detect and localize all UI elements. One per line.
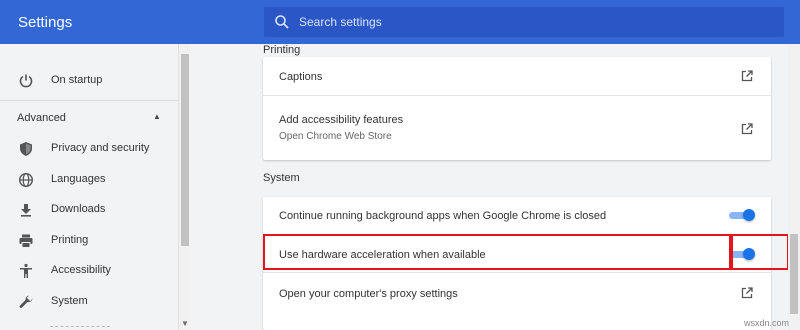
accessibility-icon: [20, 263, 32, 278]
proxy-settings-row[interactable]: Open your computer's proxy settings: [263, 272, 771, 312]
add-accessibility-row[interactable]: Add accessibility features Open Chrome W…: [263, 95, 771, 160]
app-header: Settings Search settings: [0, 0, 800, 44]
globe-icon: [18, 172, 34, 188]
sidebar-item-system[interactable]: System: [0, 288, 178, 316]
main-scrollbar[interactable]: [788, 44, 800, 330]
section-title-printing: Printing: [263, 44, 301, 56]
sidebar-scrollbar[interactable]: ▼: [178, 44, 190, 330]
wrench-icon: [19, 295, 33, 308]
settings-main: Printing Captions Add accessibility feat…: [190, 44, 788, 330]
add-accessibility-sub: Open Chrome Web Store: [279, 131, 392, 142]
sidebar-item-label: Languages: [51, 173, 106, 185]
sidebar-item-on-startup[interactable]: On startup: [0, 67, 178, 95]
scroll-down-arrow-icon[interactable]: ▼: [181, 319, 189, 328]
external-link-icon[interactable]: [741, 70, 753, 82]
sidebar-item-privacy[interactable]: Privacy and security: [0, 135, 178, 163]
background-apps-label: Continue running background apps when Go…: [279, 210, 607, 222]
app-title: Settings: [18, 14, 73, 31]
search-input[interactable]: Search settings: [299, 15, 382, 29]
sidebar-item-accessibility[interactable]: Accessibility: [0, 257, 178, 285]
sidebar-item-label: Downloads: [51, 203, 106, 215]
highlight-box-label: [263, 234, 731, 270]
sidebar-item-downloads[interactable]: Downloads: [0, 196, 178, 224]
sidebar-item-label: Printing: [51, 234, 89, 246]
search-icon: [275, 15, 289, 29]
sidebar-item-languages[interactable]: Languages: [0, 166, 178, 194]
shield-icon: [20, 142, 32, 156]
captions-label: Captions: [279, 71, 323, 83]
highlight-box-toggle: [731, 234, 789, 270]
sidebar-item-label: System: [51, 295, 88, 307]
printer-icon: [19, 234, 33, 248]
scrollbar-thumb[interactable]: [181, 54, 189, 246]
printing-card: Captions Add accessibility features Open…: [263, 57, 771, 160]
sidebar-item-label: Privacy and security: [51, 142, 150, 154]
divider: [0, 100, 178, 101]
chevron-up-icon[interactable]: ▲: [153, 112, 161, 121]
download-icon: [21, 204, 31, 217]
power-icon: [19, 74, 33, 88]
section-title-system: System: [263, 172, 300, 184]
background-apps-row: Continue running background apps when Go…: [263, 197, 771, 234]
external-link-icon[interactable]: [741, 287, 753, 299]
divider: [50, 326, 110, 327]
sidebar-item-printing[interactable]: Printing: [0, 227, 178, 255]
background-apps-toggle[interactable]: [729, 209, 755, 221]
external-link-icon[interactable]: [741, 123, 753, 135]
search-box[interactable]: Search settings: [264, 7, 784, 37]
toggle-knob: [743, 209, 755, 221]
watermark: wsxdn.com: [744, 318, 790, 328]
captions-row[interactable]: Captions: [263, 57, 771, 95]
sidebar-item-label: Accessibility: [51, 264, 111, 276]
sidebar-item-label: On startup: [51, 74, 103, 86]
add-accessibility-label: Add accessibility features: [279, 114, 404, 126]
scrollbar-thumb[interactable]: [790, 234, 798, 314]
sidebar-advanced-toggle[interactable]: Advanced: [17, 112, 66, 124]
proxy-settings-label: Open your computer's proxy settings: [279, 288, 458, 300]
